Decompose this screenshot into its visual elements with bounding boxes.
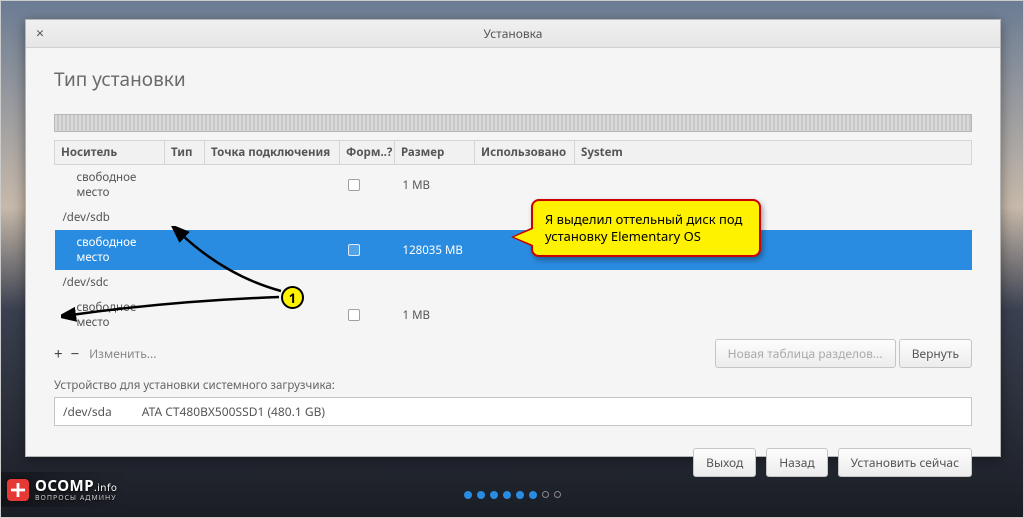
pager-dot[interactable]: [464, 491, 472, 499]
format-checkbox[interactable]: [348, 244, 360, 256]
col-mount[interactable]: Точка подключения: [205, 141, 340, 165]
bootloader-select[interactable]: /dev/sda ATA CT480BX500SSD1 (480.1 GB): [54, 397, 972, 426]
table-row[interactable]: свободное место 1 MB: [55, 165, 972, 206]
col-type[interactable]: Тип: [165, 141, 205, 165]
format-checkbox[interactable]: [348, 179, 360, 191]
col-size[interactable]: Размер: [395, 141, 475, 165]
back-button[interactable]: Назад: [766, 448, 827, 477]
col-system[interactable]: System: [575, 141, 972, 165]
change-button[interactable]: Изменить...: [89, 345, 156, 362]
annotation-badge-1: 1: [281, 286, 304, 309]
pager-dots: [1, 491, 1023, 499]
table-row[interactable]: /dev/sdc: [55, 270, 972, 295]
plus-icon: [7, 479, 29, 501]
add-remove-buttons[interactable]: + −: [54, 344, 81, 364]
annotation-callout: Я выделил оттельный диск под установку E…: [531, 199, 761, 257]
pager-dot[interactable]: [542, 491, 549, 498]
site-watermark: OCOMP.info ВОПРОСЫ АДМИНУ: [1, 472, 129, 507]
table-row[interactable]: свободное место 1 MB: [55, 295, 972, 335]
page-title: Тип установки: [54, 66, 972, 92]
desktop-background: × Установка Тип установки Носитель Тип Т…: [0, 0, 1024, 518]
pager-dot[interactable]: [516, 491, 524, 499]
col-format[interactable]: Форм..?: [340, 141, 395, 165]
bootloader-label: Устройство для установки системного загр…: [54, 378, 972, 393]
col-device[interactable]: Носитель: [55, 141, 165, 165]
window-content: Тип установки Носитель Тип Точка подключ…: [26, 48, 1000, 487]
install-now-button[interactable]: Установить сейчас: [838, 448, 972, 477]
callout-tail: [511, 227, 533, 247]
revert-button[interactable]: Вернуть: [899, 339, 972, 368]
quit-button[interactable]: Выход: [693, 448, 756, 477]
watermark-subtext: ВОПРОСЫ АДМИНУ: [35, 494, 117, 503]
table-toolbar: + − Изменить... Новая таблица разделов..…: [54, 339, 972, 368]
new-partition-table-button[interactable]: Новая таблица разделов...: [715, 339, 896, 368]
window-title: Установка: [26, 25, 1000, 42]
pager-dot[interactable]: [490, 491, 498, 499]
format-checkbox[interactable]: [348, 309, 360, 321]
callout-text: Я выделил оттельный диск под установку E…: [545, 210, 742, 245]
pager-dot[interactable]: [477, 491, 485, 499]
pager-dot[interactable]: [503, 491, 511, 499]
pager-dot[interactable]: [554, 491, 561, 498]
wizard-buttons: Выход Назад Установить сейчас: [54, 448, 972, 477]
watermark-text: OCOMP.info: [35, 476, 117, 496]
bootloader-device: /dev/sda: [63, 403, 112, 420]
table-body: свободное место 1 MB /dev/sdb свободное …: [55, 165, 972, 336]
titlebar[interactable]: × Установка: [26, 20, 1000, 48]
close-button[interactable]: ×: [26, 24, 54, 43]
col-used[interactable]: Использовано: [475, 141, 575, 165]
partition-usage-bar: [54, 114, 972, 132]
pager-dot-active[interactable]: [529, 491, 537, 499]
table-header-row: Носитель Тип Точка подключения Форм..? Р…: [55, 141, 972, 165]
bootloader-desc: ATA CT480BX500SSD1 (480.1 GB): [142, 403, 325, 420]
